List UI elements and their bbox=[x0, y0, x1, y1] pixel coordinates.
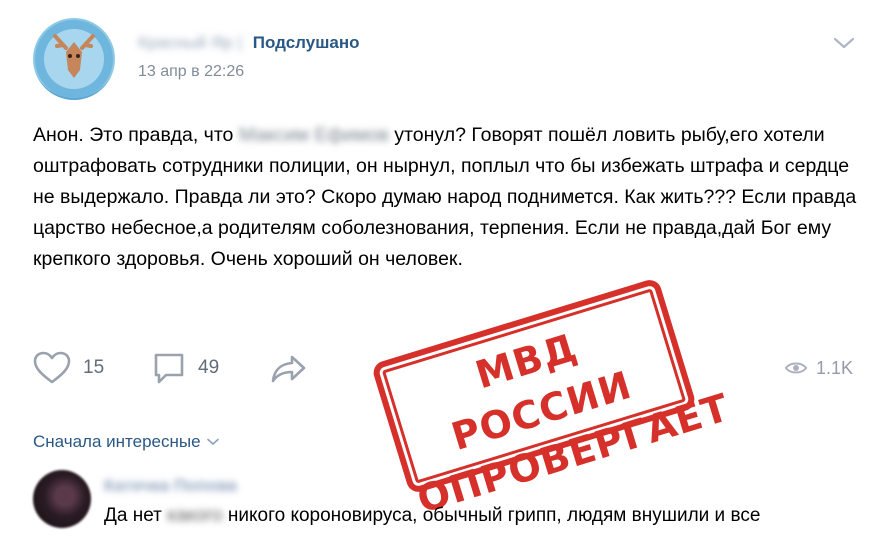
group-avatar[interactable] bbox=[33, 18, 115, 100]
comments-sort-dropdown[interactable]: Сначала интересные bbox=[33, 432, 219, 452]
views-count: 1.1K bbox=[816, 357, 854, 378]
comment-text-blurred-word: какого bbox=[167, 505, 223, 526]
comment-author-avatar[interactable] bbox=[33, 470, 91, 528]
mvd-refutes-stamp: МВД РОССИИ ОПРОВЕРГАЕТ bbox=[370, 277, 734, 522]
heart-icon bbox=[33, 351, 71, 384]
post-text: Анон. Это правда, что Максим Ефимов утон… bbox=[33, 120, 863, 275]
author-name-blurred[interactable]: Красный Яр bbox=[138, 33, 233, 52]
author-separator: | bbox=[237, 33, 243, 52]
comment-text: Да нет какого никого короновируса, обычн… bbox=[104, 505, 760, 527]
eye-icon bbox=[784, 362, 808, 374]
chevron-down-icon[interactable] bbox=[833, 36, 855, 50]
post-text-start: Анон. Это правда, что bbox=[33, 124, 239, 146]
comment-text-rest: никого короновируса, обычный грипп, людя… bbox=[222, 505, 761, 526]
comment-text-start: Да нет bbox=[104, 505, 168, 526]
deer-logo-icon bbox=[35, 20, 113, 98]
chevron-down-icon bbox=[206, 438, 219, 446]
post-text-blurred-name: Максим Ефимов bbox=[238, 124, 389, 146]
comment-author-blurred: Катечка Попова bbox=[104, 476, 237, 495]
comment-author-name[interactable]: Катечка Попова bbox=[104, 476, 237, 496]
comment-icon bbox=[154, 353, 184, 384]
sort-label: Сначала интересные bbox=[33, 432, 201, 451]
views-counter: 1.1K bbox=[784, 350, 853, 386]
post-date[interactable]: 13 апр в 22:26 bbox=[138, 63, 244, 81]
share-button[interactable] bbox=[270, 350, 308, 386]
share-arrow-icon bbox=[271, 355, 306, 383]
group-name-link[interactable]: Подслушано bbox=[253, 33, 360, 52]
comment-button[interactable]: 49 bbox=[152, 350, 219, 386]
like-count: 15 bbox=[83, 357, 105, 378]
comment-count: 49 bbox=[198, 357, 220, 378]
like-button[interactable]: 15 bbox=[33, 350, 104, 386]
post-author-line: Красный Яр | Подслушано bbox=[138, 33, 359, 53]
